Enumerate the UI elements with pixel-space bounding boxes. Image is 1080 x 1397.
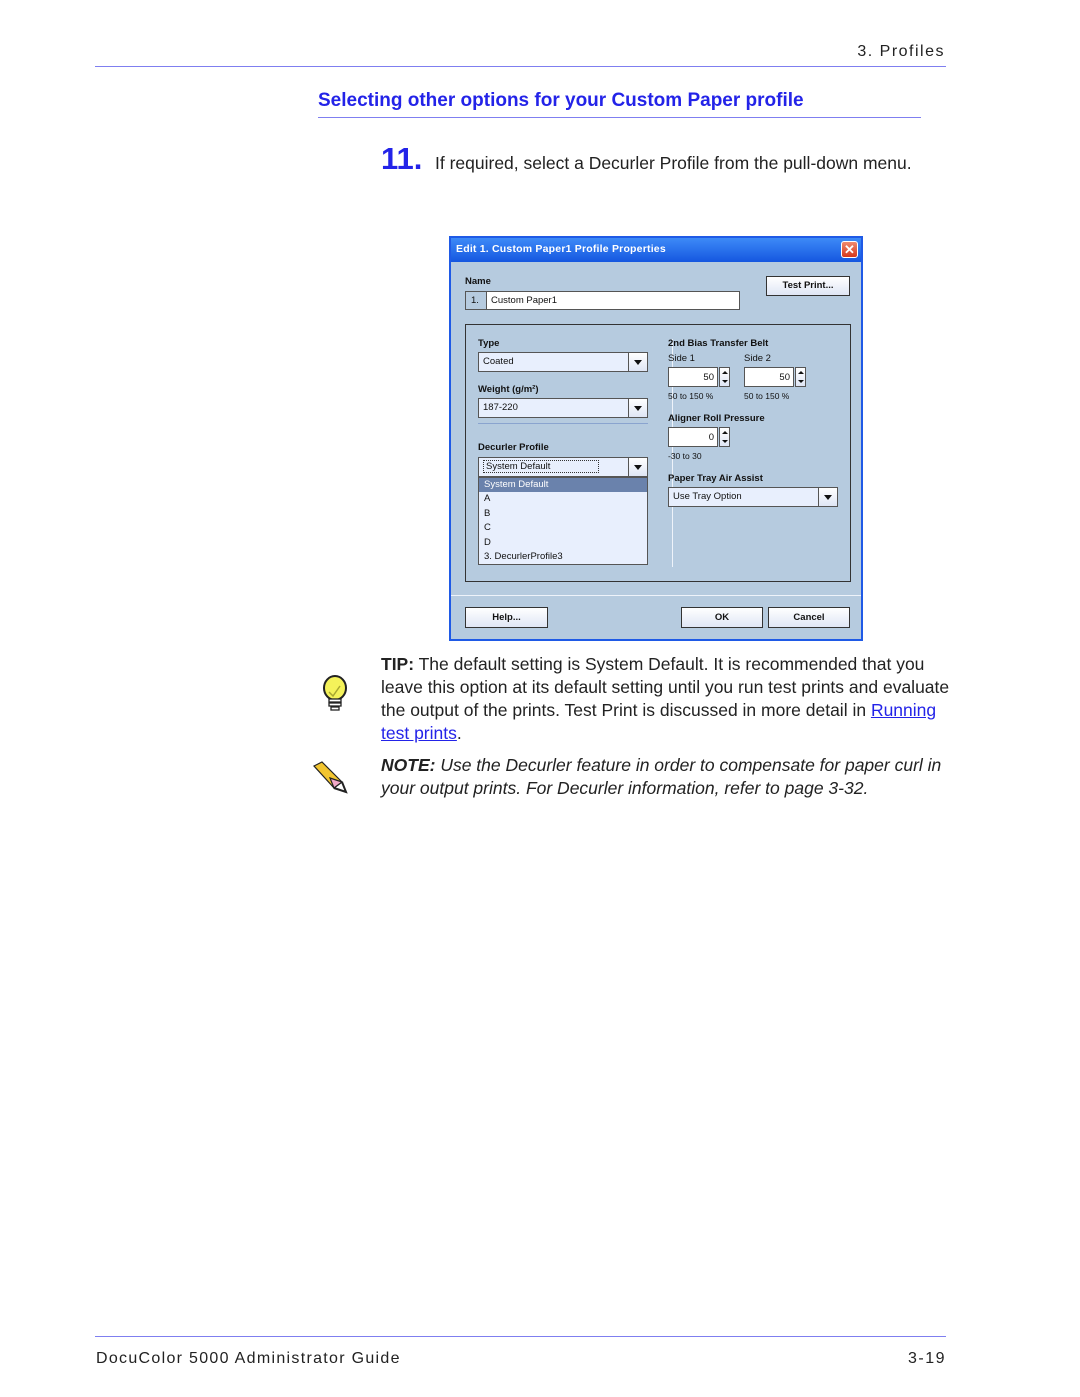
tip-text: The default setting is System Default. I…: [381, 654, 950, 720]
step-text: If required, select a Decurler Profile f…: [435, 153, 912, 173]
side1-value[interactable]: 50: [668, 367, 718, 387]
side1-label: Side 1: [668, 353, 695, 364]
footer-rule: [95, 1336, 946, 1337]
ok-button[interactable]: OK: [681, 607, 763, 628]
footer-guide-title: DocuColor 5000 Administrator Guide: [96, 1350, 401, 1367]
side2-range: 50 to 150 %: [744, 391, 790, 401]
side1-range: 50 to 150 %: [668, 391, 714, 401]
title-rule: [318, 117, 921, 118]
spinner-arrows-icon[interactable]: [795, 367, 806, 387]
tip-label: TIP:: [381, 654, 415, 674]
note-paragraph: NOTE: Use the Decurler feature in order …: [381, 754, 951, 800]
header-rule: [95, 66, 946, 67]
name-label: Name: [465, 276, 491, 287]
air-assist-value: Use Tray Option: [673, 491, 742, 502]
profile-properties-dialog: Edit 1. Custom Paper1 Profile Properties…: [449, 236, 863, 641]
weight-label: Weight (g/m²): [478, 384, 539, 395]
side2-label: Side 2: [744, 353, 771, 364]
list-item[interactable]: D: [479, 536, 647, 550]
dialog-titlebar: Edit 1. Custom Paper1 Profile Properties…: [451, 238, 861, 262]
note-text: Use the Decurler feature in order to com…: [381, 755, 942, 798]
list-item[interactable]: A: [479, 492, 647, 506]
decurler-options-list[interactable]: System Default A B C D 3. DecurlerProfil…: [478, 477, 648, 565]
note-label: NOTE:: [381, 755, 436, 775]
weight-value: 187-220: [483, 402, 518, 413]
type-dropdown[interactable]: Coated: [478, 352, 648, 372]
step-number: 11.: [381, 141, 423, 176]
chevron-down-icon[interactable]: [818, 488, 837, 506]
aligner-range: -30 to 30: [668, 451, 702, 461]
chevron-down-icon[interactable]: [628, 353, 647, 371]
cancel-button[interactable]: Cancel: [768, 607, 850, 628]
air-assist-label: Paper Tray Air Assist: [668, 473, 763, 484]
spinner-arrows-icon[interactable]: [719, 367, 730, 387]
tip-paragraph: TIP: The default setting is System Defau…: [381, 653, 951, 745]
running-header-section: 3. Profiles: [857, 43, 945, 60]
type-value: Coated: [483, 356, 514, 367]
name-index: 1.: [465, 291, 486, 310]
aligner-label: Aligner Roll Pressure: [668, 413, 765, 424]
settings-panel: Type Coated Weight (g/m²) 187-220 Decurl…: [465, 324, 851, 582]
pencil-icon: [313, 761, 348, 794]
bias-belt-label: 2nd Bias Transfer Belt: [668, 338, 769, 349]
decurler-dropdown[interactable]: System Default: [478, 457, 648, 477]
list-item[interactable]: B: [479, 507, 647, 521]
close-icon[interactable]: ✕: [841, 241, 858, 258]
left-column-separator: [478, 423, 648, 424]
decurler-value: System Default: [483, 460, 600, 473]
type-label: Type: [478, 338, 500, 349]
list-item[interactable]: C: [479, 521, 647, 535]
decurler-label: Decurler Profile: [478, 442, 549, 453]
footer-separator: [451, 595, 861, 596]
tip-text-end: .: [456, 723, 462, 743]
name-field[interactable]: Custom Paper1: [486, 291, 740, 310]
test-print-button[interactable]: Test Print...: [766, 276, 850, 296]
aligner-value[interactable]: 0: [668, 427, 718, 447]
dialog-title: Edit 1. Custom Paper1 Profile Properties: [456, 243, 666, 255]
section-title: Selecting other options for your Custom …: [318, 90, 804, 111]
spinner-arrows-icon[interactable]: [719, 427, 730, 447]
side2-value[interactable]: 50: [744, 367, 794, 387]
weight-dropdown[interactable]: 187-220: [478, 398, 648, 418]
air-assist-dropdown[interactable]: Use Tray Option: [668, 487, 838, 507]
chevron-down-icon[interactable]: [628, 399, 647, 417]
help-button[interactable]: Help...: [465, 607, 548, 628]
list-item[interactable]: 3. DecurlerProfile3: [479, 550, 647, 564]
chevron-down-icon[interactable]: [628, 458, 647, 476]
footer-page-number: 3-19: [907, 1350, 946, 1367]
lightbulb-icon: [323, 675, 347, 711]
list-item[interactable]: System Default: [479, 478, 647, 493]
